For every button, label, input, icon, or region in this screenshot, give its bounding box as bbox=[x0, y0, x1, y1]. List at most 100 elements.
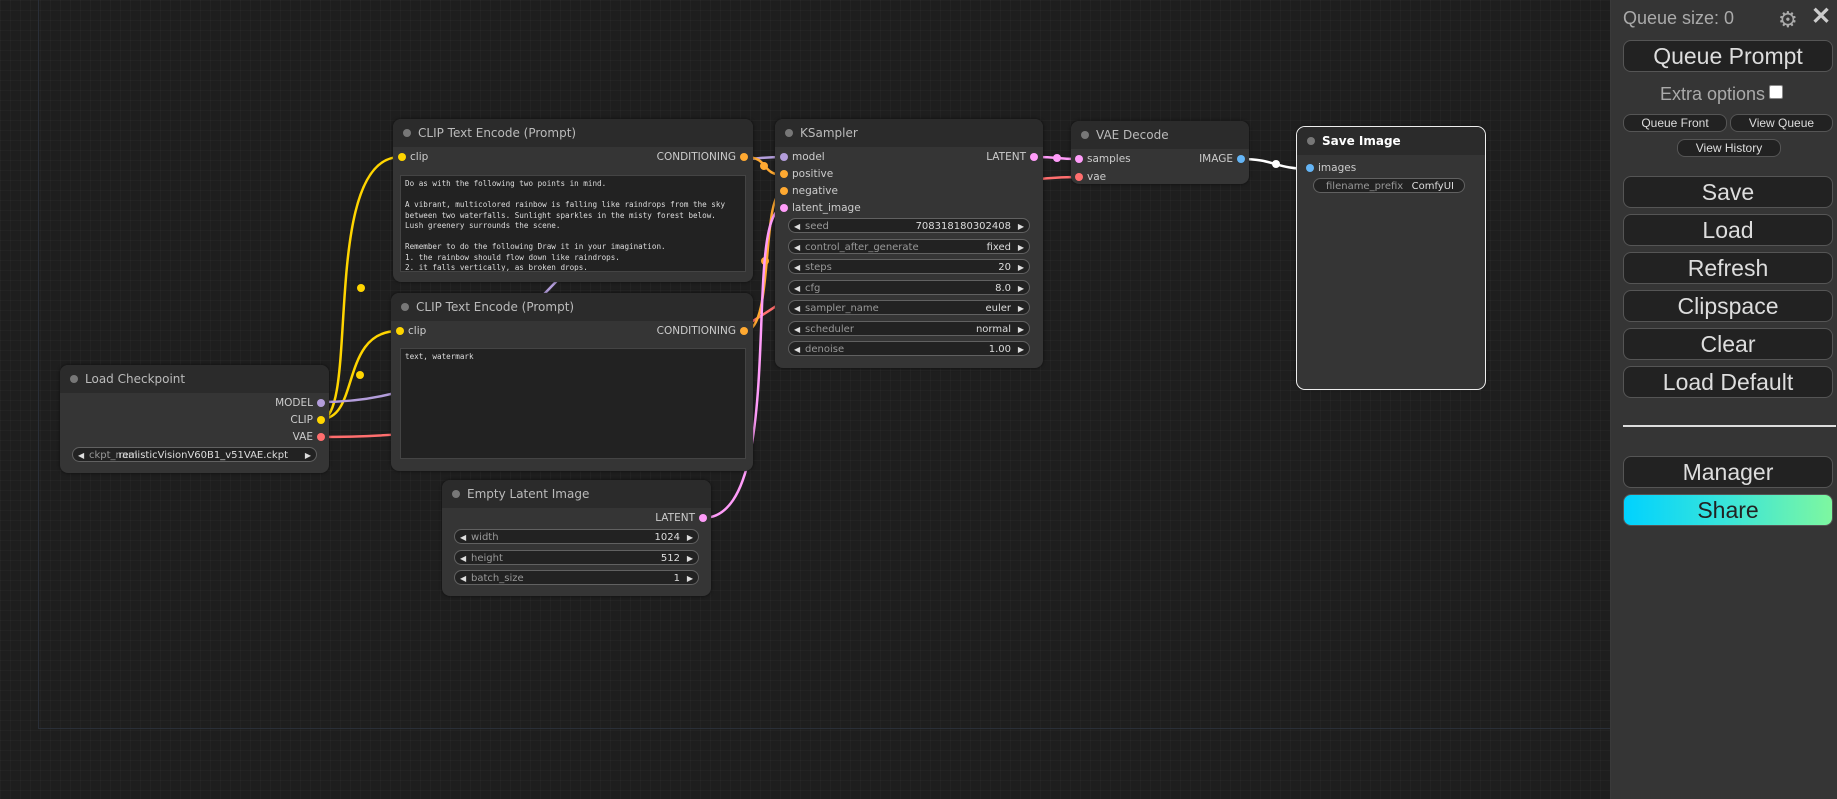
arrow-left-icon[interactable]: ◀ bbox=[460, 551, 466, 566]
clear-button[interactable]: Clear bbox=[1623, 328, 1833, 360]
cfg-widget[interactable]: ◀ cfg 8.0 ▶ bbox=[788, 280, 1030, 295]
node-ksampler[interactable]: KSampler model positive negative latent_… bbox=[775, 119, 1043, 368]
seed-widget[interactable]: ◀ seed 708318180302408 ▶ bbox=[788, 218, 1030, 233]
extra-options-checkbox[interactable] bbox=[1769, 85, 1784, 100]
gear-icon[interactable]: ⚙ bbox=[1778, 7, 1798, 33]
arrow-left-icon[interactable]: ◀ bbox=[460, 571, 466, 586]
output-slot-model[interactable]: MODEL bbox=[275, 396, 325, 410]
arrow-right-icon[interactable]: ▶ bbox=[1018, 322, 1024, 337]
vae-pin-icon[interactable] bbox=[317, 433, 325, 441]
arrow-left-icon[interactable]: ◀ bbox=[794, 240, 800, 255]
input-slot-clip[interactable]: clip bbox=[398, 150, 428, 164]
ckpt-name-combo[interactable]: ◀ ckpt_nam realisticVisionV60B1_v51VAE.c… bbox=[72, 447, 317, 462]
image-pin-icon[interactable] bbox=[1306, 164, 1314, 172]
input-slot-model[interactable]: model bbox=[780, 150, 825, 164]
latent-pin-icon[interactable] bbox=[1030, 153, 1038, 161]
node-title[interactable]: CLIP Text Encode (Prompt) bbox=[391, 293, 753, 321]
refresh-button[interactable]: Refresh bbox=[1623, 252, 1833, 284]
arrow-right-icon[interactable]: ▶ bbox=[1018, 219, 1024, 234]
arrow-left-icon[interactable]: ◀ bbox=[794, 281, 800, 296]
arrow-left-icon[interactable]: ◀ bbox=[794, 322, 800, 337]
output-slot-clip[interactable]: CLIP bbox=[290, 413, 325, 427]
arrow-right-icon[interactable]: ▶ bbox=[1018, 301, 1024, 316]
node-clip-text-encode-positive[interactable]: CLIP Text Encode (Prompt) clip CONDITION… bbox=[393, 119, 753, 282]
denoise-widget[interactable]: ◀ denoise 1.00 ▶ bbox=[788, 341, 1030, 356]
control-after-generate-widget[interactable]: ◀ control_after_generate fixed ▶ bbox=[788, 239, 1030, 254]
arrow-left-icon[interactable]: ◀ bbox=[78, 448, 84, 463]
collapse-dot-icon[interactable] bbox=[1307, 137, 1315, 145]
clip-pin-icon[interactable] bbox=[398, 153, 406, 161]
model-pin-icon[interactable] bbox=[780, 153, 788, 161]
scheduler-widget[interactable]: ◀ scheduler normal ▶ bbox=[788, 321, 1030, 336]
output-slot-image[interactable]: IMAGE bbox=[1199, 152, 1245, 166]
queue-front-button[interactable]: Queue Front bbox=[1623, 114, 1727, 132]
arrow-right-icon[interactable]: ▶ bbox=[1018, 281, 1024, 296]
node-title[interactable]: KSampler bbox=[775, 119, 1043, 147]
latent-pin-icon[interactable] bbox=[780, 204, 788, 212]
collapse-dot-icon[interactable] bbox=[785, 129, 793, 137]
clip-pin-icon[interactable] bbox=[317, 416, 325, 424]
output-slot-conditioning[interactable]: CONDITIONING bbox=[657, 150, 748, 164]
steps-widget[interactable]: ◀ steps 20 ▶ bbox=[788, 259, 1030, 274]
arrow-right-icon[interactable]: ▶ bbox=[1018, 260, 1024, 275]
arrow-right-icon[interactable]: ▶ bbox=[1018, 342, 1024, 357]
arrow-right-icon[interactable]: ▶ bbox=[687, 530, 693, 545]
view-queue-button[interactable]: View Queue bbox=[1730, 114, 1833, 132]
arrow-right-icon[interactable]: ▶ bbox=[1018, 240, 1024, 255]
input-slot-positive[interactable]: positive bbox=[780, 167, 833, 181]
node-empty-latent-image[interactable]: Empty Latent Image LATENT ◀ width 1024 ▶ ◀ h… bbox=[442, 480, 711, 596]
latent-pin-icon[interactable] bbox=[1075, 155, 1083, 163]
arrow-right-icon[interactable]: ▶ bbox=[687, 551, 693, 566]
collapse-dot-icon[interactable] bbox=[401, 303, 409, 311]
share-button[interactable]: Share bbox=[1623, 494, 1833, 526]
input-slot-samples[interactable]: samples bbox=[1075, 152, 1131, 166]
node-load-checkpoint[interactable]: Load Checkpoint MODEL CLIP VAE ◀ ckpt_na… bbox=[60, 365, 329, 473]
node-title[interactable]: Save Image bbox=[1297, 127, 1485, 155]
batch-size-widget[interactable]: ◀ batch_size 1 ▶ bbox=[454, 570, 699, 585]
node-graph-canvas[interactable]: CLIP Text Encode (Prompt) clip CONDITION… bbox=[0, 0, 1610, 799]
view-history-button[interactable]: View History bbox=[1677, 139, 1781, 157]
vae-pin-icon[interactable] bbox=[1075, 173, 1083, 181]
node-vae-decode[interactable]: VAE Decode samples vae IMAGE bbox=[1071, 121, 1249, 184]
conditioning-pin-icon[interactable] bbox=[740, 153, 748, 161]
output-slot-latent[interactable]: LATENT bbox=[655, 511, 707, 525]
load-default-button[interactable]: Load Default bbox=[1623, 366, 1833, 398]
input-slot-images[interactable]: images bbox=[1306, 161, 1356, 175]
collapse-dot-icon[interactable] bbox=[1081, 131, 1089, 139]
output-slot-latent[interactable]: LATENT bbox=[986, 150, 1038, 164]
collapse-dot-icon[interactable] bbox=[70, 375, 78, 383]
clipspace-button[interactable]: Clipspace bbox=[1623, 290, 1833, 322]
node-save-image[interactable]: Save Image images filename_prefix ComfyU… bbox=[1296, 126, 1486, 390]
close-icon[interactable]: ✕ bbox=[1811, 2, 1831, 31]
arrow-left-icon[interactable]: ◀ bbox=[794, 219, 800, 234]
latent-pin-icon[interactable] bbox=[699, 514, 707, 522]
load-button[interactable]: Load bbox=[1623, 214, 1833, 246]
arrow-left-icon[interactable]: ◀ bbox=[794, 342, 800, 357]
output-slot-conditioning[interactable]: CONDITIONING bbox=[657, 324, 748, 338]
conditioning-pin-icon[interactable] bbox=[740, 327, 748, 335]
node-title[interactable]: CLIP Text Encode (Prompt) bbox=[393, 119, 753, 147]
input-slot-clip[interactable]: clip bbox=[396, 324, 426, 338]
prompt-textarea[interactable]: Do as with the following two points in m… bbox=[400, 175, 746, 272]
arrow-left-icon[interactable]: ◀ bbox=[794, 260, 800, 275]
node-title[interactable]: Empty Latent Image bbox=[442, 480, 711, 508]
prompt-textarea[interactable]: text, watermark bbox=[400, 348, 746, 459]
arrow-right-icon[interactable]: ▶ bbox=[687, 571, 693, 586]
conditioning-pin-icon[interactable] bbox=[780, 170, 788, 178]
input-slot-latent-image[interactable]: latent_image bbox=[780, 201, 861, 215]
width-widget[interactable]: ◀ width 1024 ▶ bbox=[454, 529, 699, 544]
node-clip-text-encode-negative[interactable]: CLIP Text Encode (Prompt) clip CONDITION… bbox=[391, 293, 753, 471]
image-pin-icon[interactable] bbox=[1237, 155, 1245, 163]
arrow-left-icon[interactable]: ◀ bbox=[794, 301, 800, 316]
save-button[interactable]: Save bbox=[1623, 176, 1833, 208]
node-title[interactable]: Load Checkpoint bbox=[60, 365, 329, 393]
queue-prompt-button[interactable]: Queue Prompt bbox=[1623, 40, 1833, 72]
manager-button[interactable]: Manager bbox=[1623, 456, 1833, 488]
collapse-dot-icon[interactable] bbox=[452, 490, 460, 498]
sampler-name-widget[interactable]: ◀ sampler_name euler ▶ bbox=[788, 300, 1030, 315]
height-widget[interactable]: ◀ height 512 ▶ bbox=[454, 550, 699, 565]
arrow-right-icon[interactable]: ▶ bbox=[305, 448, 311, 463]
collapse-dot-icon[interactable] bbox=[403, 129, 411, 137]
arrow-left-icon[interactable]: ◀ bbox=[460, 530, 466, 545]
input-slot-vae[interactable]: vae bbox=[1075, 170, 1106, 184]
